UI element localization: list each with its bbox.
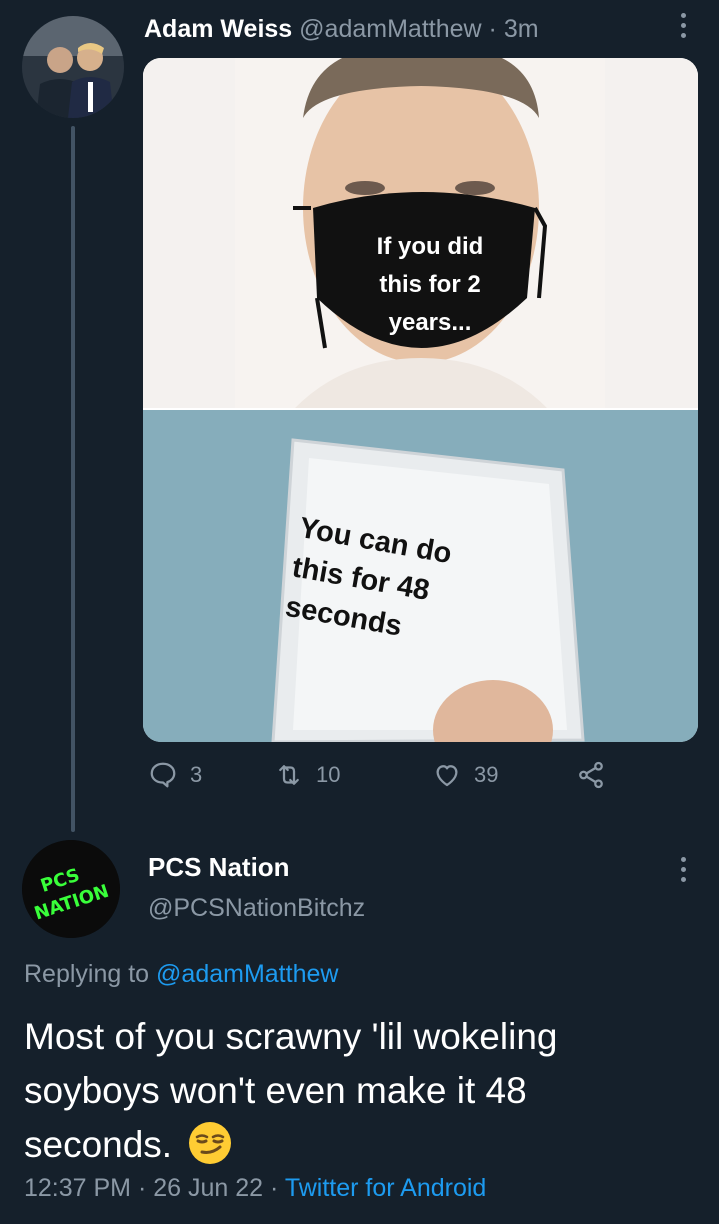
thread-connector-line xyxy=(71,126,75,832)
retweet-button[interactable]: 10 xyxy=(274,760,340,790)
smirking-face-emoji xyxy=(189,1122,232,1164)
reply-icon xyxy=(150,762,176,788)
tweet-source-link[interactable]: Twitter for Android xyxy=(285,1174,486,1202)
author-handle[interactable]: @adamMatthew xyxy=(299,15,481,43)
replying-handle-link[interactable]: @adamMatthew xyxy=(156,960,338,988)
reply-count: 3 xyxy=(190,762,203,787)
separator-dot: · xyxy=(137,1174,147,1202)
author-name[interactable]: PCS Nation xyxy=(148,852,290,883)
reply-button[interactable]: 3 xyxy=(148,760,202,790)
avatar-adam-weiss[interactable] xyxy=(22,16,124,118)
replying-label: Replying to xyxy=(24,960,150,988)
tweet-header: Adam Weiss @adamMatthew · 3m xyxy=(144,12,539,46)
author-handle[interactable]: @PCSNationBitchz xyxy=(148,894,365,923)
like-button[interactable]: 39 xyxy=(432,760,498,790)
tweet-body-text: Most of you scrawny 'lil wokeling soyboy… xyxy=(24,1016,558,1165)
separator-dot: · xyxy=(488,15,497,43)
share-button[interactable] xyxy=(576,760,618,790)
mask-caption-line: If you did xyxy=(376,233,484,260)
heart-icon xyxy=(436,765,458,787)
tweet-media-image[interactable]: If you did this for 2 years... You can d… xyxy=(143,58,698,742)
replying-to: Replying to @adamMatthew xyxy=(24,960,338,989)
mask-caption-line: this for 2 xyxy=(379,271,481,298)
more-vertical-icon[interactable] xyxy=(672,852,694,892)
retweet-icon xyxy=(279,765,299,785)
separator-dot: · xyxy=(270,1174,279,1202)
share-icon xyxy=(579,761,603,789)
author-name[interactable]: Adam Weiss xyxy=(144,15,292,43)
tweet-age[interactable]: 3m xyxy=(504,15,539,43)
retweet-count: 10 xyxy=(316,762,341,787)
mask-caption: If you did this for 2 years... xyxy=(355,228,505,342)
mask-caption-line: years... xyxy=(388,309,472,336)
more-vertical-icon[interactable] xyxy=(672,8,694,48)
tweet-time[interactable]: 12:37 PM xyxy=(24,1174,131,1202)
like-count: 39 xyxy=(474,762,499,787)
tweet-date[interactable]: 26 Jun 22 xyxy=(153,1174,263,1202)
media-top-panel: If you did this for 2 years... xyxy=(143,58,698,410)
tweet-metadata: 12:37 PM · 26 Jun 22 · Twitter for Andro… xyxy=(24,1174,486,1203)
avatar-pcs-nation[interactable]: PCS NATION xyxy=(22,840,120,938)
tweet-text: Most of you scrawny 'lil wokeling soyboy… xyxy=(24,1010,684,1172)
